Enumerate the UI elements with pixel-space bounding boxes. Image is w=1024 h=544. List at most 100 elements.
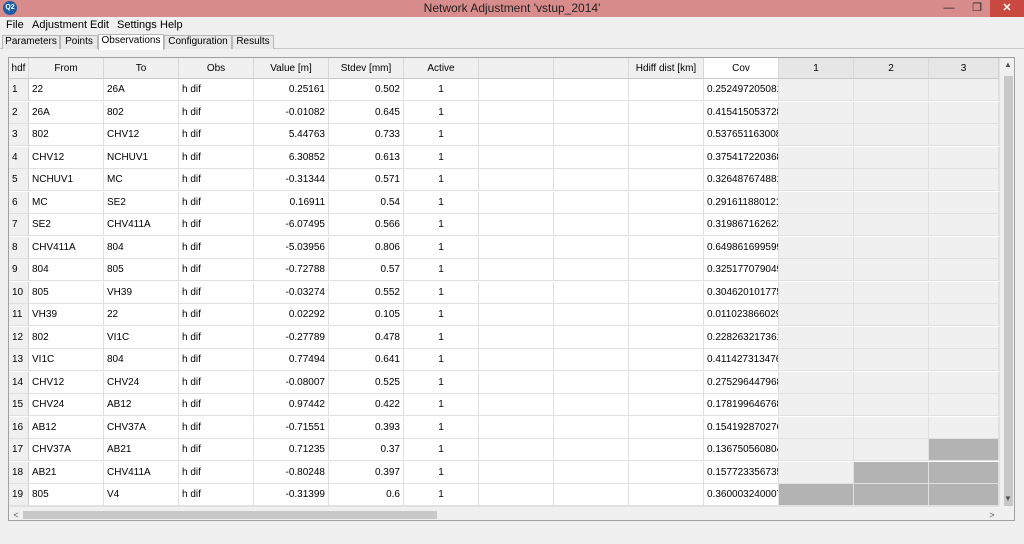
- table-row[interactable]: 11VH3922h dif0.022920.1051 0.011023866029…: [9, 304, 999, 326]
- col-cov-cell[interactable]: 0.154192870276...: [704, 416, 779, 439]
- col-empty-1-cell[interactable]: [479, 326, 554, 349]
- observations-table[interactable]: hdf From To Obs Value [m] Stdev [mm] Active Hdi…: [8, 57, 1015, 521]
- col-to-cell[interactable]: CHV411A: [104, 214, 179, 236]
- col-empty-1-cell[interactable]: [479, 259, 554, 281]
- col-empty-1-cell[interactable]: [479, 394, 554, 416]
- col-stdev-cell[interactable]: 0.571: [329, 169, 404, 191]
- col-active-cell[interactable]: 1: [404, 191, 479, 214]
- col-from-cell[interactable]: SE2: [29, 214, 104, 236]
- table-row[interactable]: 4 CHV12 NCHUV1 h dif 6.30852 0.613 1 0.37541722…: [9, 146, 999, 169]
- col-cov-cell[interactable]: 0.228263217361: [704, 326, 779, 349]
- col-hdiff-dist-cell[interactable]: [629, 416, 704, 439]
- col-obs-cell[interactable]: h dif: [179, 146, 254, 169]
- col-stdev-cell[interactable]: 0.478: [329, 326, 404, 349]
- col-active-cell[interactable]: 1: [404, 236, 479, 259]
- col-3-cell[interactable]: [929, 416, 999, 439]
- col-to-cell[interactable]: NCHUV1: [104, 146, 179, 169]
- col-empty-1-header[interactable]: [479, 58, 554, 79]
- col-obs-cell[interactable]: h dif: [179, 259, 254, 281]
- vertical-scrollbar[interactable]: ▲ ▼: [999, 58, 1014, 516]
- table-row[interactable]: 9804805h dif-0.727880.571 0.325177079049.…: [9, 259, 999, 281]
- col-active-cell[interactable]: 1: [404, 394, 479, 416]
- col-active-cell[interactable]: 1: [404, 304, 479, 326]
- col-from-cell[interactable]: 802: [29, 326, 104, 349]
- col-cov-cell[interactable]: 0.415415053728...: [704, 101, 779, 124]
- col-from-cell[interactable]: 805: [29, 484, 104, 506]
- col-value-cell[interactable]: -5.03956: [254, 236, 329, 259]
- col-obs-header[interactable]: Obs: [179, 58, 254, 79]
- col-hdiff-dist-cell[interactable]: [629, 101, 704, 124]
- col-1-cell[interactable]: [779, 439, 854, 461]
- col-empty-1-cell[interactable]: [479, 124, 554, 146]
- col-stdev-header[interactable]: Stdev [mm]: [329, 58, 404, 79]
- col-cov-cell[interactable]: 0.375417220368...: [704, 146, 779, 169]
- col-1-cell[interactable]: [779, 281, 854, 304]
- scroll-down-icon[interactable]: ▼: [1000, 492, 1014, 506]
- col-2-cell[interactable]: [854, 191, 929, 214]
- col-stdev-cell[interactable]: 0.397: [329, 461, 404, 484]
- col-cov-cell[interactable]: 0.649861699599...: [704, 236, 779, 259]
- table-row[interactable]: 17 CHV37A AB21 h dif 0.71235 0.37 1 0.136750560…: [9, 439, 999, 461]
- col-hdf-header[interactable]: hdf: [9, 58, 29, 79]
- col-active-cell[interactable]: 1: [404, 484, 479, 506]
- col-value-cell[interactable]: 5.44763: [254, 124, 329, 146]
- col-empty-2-cell[interactable]: [554, 326, 629, 349]
- col-1-cell[interactable]: [779, 349, 854, 371]
- tab-parameters[interactable]: Parameters: [2, 35, 60, 49]
- col-3-cell[interactable]: [929, 214, 999, 236]
- col-3-cell[interactable]: [929, 461, 999, 484]
- vertical-scroll-thumb[interactable]: [1004, 76, 1013, 516]
- col-hdiff-dist-cell[interactable]: [629, 146, 704, 169]
- col-value-cell[interactable]: 0.16911: [254, 191, 329, 214]
- col-cov-header[interactable]: Cov: [704, 58, 779, 79]
- col-empty-2-cell[interactable]: [554, 214, 629, 236]
- col-hdiff-dist-cell[interactable]: [629, 281, 704, 304]
- col-empty-1-cell[interactable]: [479, 79, 554, 101]
- col-hdiff-dist-cell[interactable]: [629, 326, 704, 349]
- col-2-cell[interactable]: [854, 101, 929, 124]
- col-1-cell[interactable]: [779, 326, 854, 349]
- col-3-cell[interactable]: [929, 281, 999, 304]
- col-value-cell[interactable]: 0.77494: [254, 349, 329, 371]
- menu-edit[interactable]: Edit: [90, 17, 109, 34]
- col-hdiff-dist-header[interactable]: Hdiff dist [km]: [629, 58, 704, 79]
- col-to-cell[interactable]: AB12: [104, 394, 179, 416]
- table-row[interactable]: 18 AB21 CHV411A h dif -0.80248 0.397 1 0.157723…: [9, 461, 999, 484]
- col-3-cell[interactable]: [929, 394, 999, 416]
- table-row[interactable]: 19805V4h dif-0.313990.61 0.36000324000729: [9, 484, 999, 506]
- col-1-cell[interactable]: [779, 461, 854, 484]
- col-empty-2-cell[interactable]: [554, 169, 629, 191]
- col-cov-cell[interactable]: 0.319867162623...: [704, 214, 779, 236]
- tab-results[interactable]: Results: [232, 35, 274, 49]
- col-2-cell[interactable]: [854, 394, 929, 416]
- col-empty-1-cell[interactable]: [479, 304, 554, 326]
- tab-points[interactable]: Points: [60, 35, 98, 49]
- col-to-cell[interactable]: VH39: [104, 281, 179, 304]
- col-hdiff-dist-cell[interactable]: [629, 169, 704, 191]
- col-cov-cell[interactable]: 0.36000324000729: [704, 484, 779, 506]
- col-from-cell[interactable]: 802: [29, 124, 104, 146]
- col-cov-cell[interactable]: 0.537651163008...: [704, 124, 779, 146]
- col-stdev-cell[interactable]: 0.6: [329, 484, 404, 506]
- col-active-cell[interactable]: 1: [404, 214, 479, 236]
- col-value-cell[interactable]: 0.02292: [254, 304, 329, 326]
- col-stdev-cell[interactable]: 0.566: [329, 214, 404, 236]
- col-empty-2-cell[interactable]: [554, 371, 629, 394]
- col-3-header[interactable]: 3: [929, 58, 999, 79]
- col-from-header[interactable]: From: [29, 58, 104, 79]
- col-2-cell[interactable]: [854, 236, 929, 259]
- col-obs-cell[interactable]: h dif: [179, 281, 254, 304]
- table-row[interactable]: 6MCSE2h dif0.169110.541 0.291611880121...: [9, 191, 999, 214]
- col-stdev-cell[interactable]: 0.502: [329, 79, 404, 101]
- col-to-cell[interactable]: CHV24: [104, 371, 179, 394]
- col-empty-2-cell[interactable]: [554, 236, 629, 259]
- close-button[interactable]: ✕: [990, 0, 1024, 17]
- col-3-cell[interactable]: [929, 79, 999, 101]
- col-2-header[interactable]: 2: [854, 58, 929, 79]
- col-3-cell[interactable]: [929, 191, 999, 214]
- col-2-cell[interactable]: [854, 484, 929, 506]
- col-obs-cell[interactable]: h dif: [179, 326, 254, 349]
- col-active-cell[interactable]: 1: [404, 439, 479, 461]
- col-value-cell[interactable]: -0.27789: [254, 326, 329, 349]
- table-row[interactable]: 8 CHV411A 804 h dif -5.03956 0.806 1 0.64986169…: [9, 236, 999, 259]
